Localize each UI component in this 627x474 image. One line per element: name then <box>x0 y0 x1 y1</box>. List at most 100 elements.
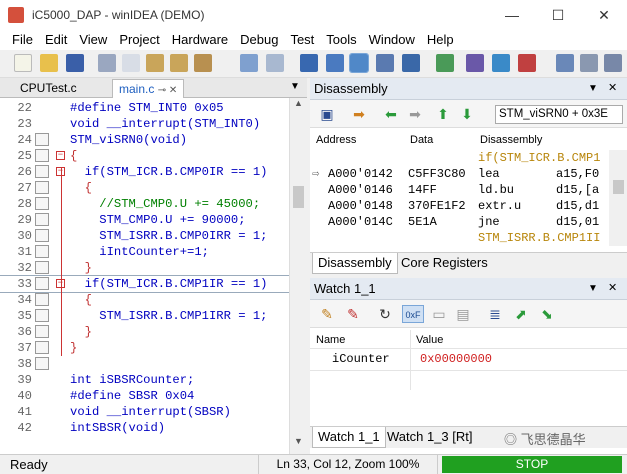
analyzer-icon[interactable] <box>436 54 454 72</box>
customize-icon[interactable] <box>604 54 622 72</box>
copy-icon[interactable] <box>122 54 140 72</box>
remove-watch-icon[interactable]: ✎ <box>344 305 362 323</box>
scroll-up-icon[interactable]: ▲ <box>294 98 303 108</box>
maximize-button[interactable]: ☐ <box>535 0 581 30</box>
tab-list-dropdown-icon[interactable]: ▼ <box>290 81 300 92</box>
disassembly-row[interactable]: A000'0148 370FE1F2 extr.u d15,d1 <box>310 198 610 214</box>
breakpoint-gutter[interactable] <box>35 341 49 354</box>
breakpoint-gutter[interactable] <box>35 149 49 162</box>
disassembly-scrollbar[interactable] <box>609 150 627 246</box>
scroll-down-icon[interactable]: ▼ <box>294 436 303 446</box>
coverage-icon[interactable] <box>518 54 536 72</box>
cut-icon[interactable] <box>98 54 116 72</box>
disassembly-window-icon[interactable] <box>326 54 344 72</box>
trace-icon[interactable] <box>492 54 510 72</box>
clipboard-icon[interactable] <box>194 54 212 72</box>
refresh-icon[interactable]: ↻ <box>376 305 394 323</box>
disassembly-row[interactable]: A000'014C 5E1A jne d15,01 <box>310 214 610 230</box>
close-button[interactable]: ✕ <box>581 0 627 30</box>
code-line[interactable]: 36 } <box>0 324 289 340</box>
scrollbar-thumb[interactable] <box>613 180 624 194</box>
breakpoint-gutter[interactable] <box>35 197 49 210</box>
code-line[interactable]: 35 STM_ISRR.B.CMP1IRR = 1; <box>0 308 289 324</box>
editor-vertical-scrollbar[interactable]: ▲ ▼ <box>289 98 307 454</box>
menu-edit[interactable]: Edit <box>39 31 73 49</box>
registers-window-icon[interactable] <box>376 54 394 72</box>
breakpoint-gutter[interactable] <box>35 293 49 306</box>
disassembly-row[interactable]: ⇨ A000'0142 C5FF3C80 lea a15,F0 <box>310 166 610 182</box>
properties-icon[interactable]: ▤ <box>454 305 472 323</box>
open-folder-icon[interactable] <box>40 54 58 72</box>
find-icon[interactable] <box>240 54 258 72</box>
save-icon[interactable] <box>66 54 84 72</box>
location-input[interactable]: STM_viSRN0 + 0x3E <box>495 105 623 124</box>
code-line[interactable]: 23 void __interrupt(STM_INT0) <box>0 116 289 132</box>
code-line[interactable]: 29 STM_CMP0.U += 90000; <box>0 212 289 228</box>
tab-watch-1-1[interactable]: Watch 1_1 <box>312 427 386 448</box>
code-line[interactable]: 38 <box>0 356 289 372</box>
breakpoint-gutter[interactable] <box>35 245 49 258</box>
code-line[interactable]: 22 #define STM_INT0 0x05 <box>0 100 289 116</box>
new-file-icon[interactable] <box>14 54 32 72</box>
disassembly-row[interactable]: STM_ISRR.B.CMP1II <box>310 230 610 246</box>
scrollbar-thumb[interactable] <box>293 186 304 208</box>
menu-tools[interactable]: Tools <box>320 31 362 49</box>
code-line[interactable]: 37} <box>0 340 289 356</box>
breakpoint-gutter[interactable] <box>35 357 49 370</box>
disassembly-row[interactable]: A000'0146 14FF ld.bu d15,[a <box>310 182 610 198</box>
code-line[interactable]: 32 } <box>0 260 289 276</box>
hex-display-icon[interactable]: 0xF <box>402 305 424 323</box>
code-line[interactable]: 42 intSBSR(void) <box>0 420 289 436</box>
paste-special-icon[interactable] <box>170 54 188 72</box>
paste-icon[interactable] <box>146 54 164 72</box>
up-arrow-icon[interactable]: ⬆ <box>434 105 452 123</box>
options-icon[interactable] <box>580 54 598 72</box>
format-icon[interactable]: ▭ <box>430 305 448 323</box>
add-watch-icon[interactable]: ✎ <box>318 305 336 323</box>
menu-file[interactable]: File <box>6 31 39 49</box>
panel-dropdown-icon[interactable]: ▼ <box>588 78 598 99</box>
minimize-button[interactable]: — <box>489 0 535 30</box>
tab-cputest-c[interactable]: CPUTest.c <box>14 79 83 98</box>
code-line[interactable]: 30 STM_ISRR.B.CMP0IRR = 1; <box>0 228 289 244</box>
watch-row-name[interactable]: iCounter <box>332 352 390 366</box>
code-line[interactable]: 31 iIntCounter+=1; <box>0 244 289 260</box>
panel-close-icon[interactable]: ✕ <box>608 78 617 99</box>
menu-project[interactable]: Project <box>113 31 165 49</box>
export-icon[interactable]: ⬈ <box>512 305 530 323</box>
disassembly-row[interactable]: if(STM_ICR.B.CMP1 <box>310 150 610 166</box>
menu-window[interactable]: Window <box>363 31 421 49</box>
code-line[interactable]: 39 int iSBSRCounter; <box>0 372 289 388</box>
watch-window-icon[interactable] <box>402 54 420 72</box>
run-state-indicator[interactable]: STOP <box>442 456 622 473</box>
code-line[interactable]: 40 #define SBSR 0x04 <box>0 388 289 404</box>
code-line[interactable]: 34 { <box>0 292 289 308</box>
disassembly-rows[interactable]: if(STM_ICR.B.CMP1 ⇨ A000'0142 C5FF3C80 lea a1… <box>310 150 610 248</box>
code-line[interactable]: 25 −{ <box>0 148 289 164</box>
code-line[interactable]: 41 void __interrupt(SBSR) <box>0 404 289 420</box>
import-icon[interactable]: ⬊ <box>538 305 556 323</box>
menu-help[interactable]: Help <box>421 31 460 49</box>
breakpoint-gutter[interactable] <box>35 165 49 178</box>
fold-toggle-icon[interactable]: − <box>56 151 65 160</box>
menu-debug[interactable]: Debug <box>234 31 284 49</box>
document-view-icon[interactable] <box>266 54 284 72</box>
back-arrow-icon[interactable]: ⬅ <box>382 105 400 123</box>
memory-window-icon[interactable] <box>349 53 369 73</box>
plugin-icon[interactable] <box>556 54 574 72</box>
forward-arrow-icon[interactable]: ➡ <box>406 105 424 123</box>
menu-view[interactable]: View <box>73 31 113 49</box>
breakpoint-gutter[interactable] <box>35 325 49 338</box>
menu-test[interactable]: Test <box>284 31 320 49</box>
watch-row-value[interactable]: 0x00000000 <box>420 352 492 366</box>
panel-dropdown-icon[interactable]: ▼ <box>588 278 598 299</box>
pin-icon[interactable]: ⊸ ✕ <box>158 85 178 96</box>
breakpoint-gutter[interactable] <box>35 133 49 146</box>
breakpoint-gutter[interactable] <box>35 213 49 226</box>
code-line[interactable]: 24 STM_viSRN0(void) <box>0 132 289 148</box>
code-line[interactable]: 33− if(STM_ICR.B.CMP1IR == 1) <box>0 275 289 293</box>
code-line[interactable]: 26− if(STM_ICR.B.CMP0IR == 1) <box>0 164 289 180</box>
code-line[interactable]: 27 { <box>0 180 289 196</box>
tab-watch-1-3[interactable]: Watch 1_3 [Rt] <box>382 427 478 448</box>
tab-core-registers[interactable]: Core Registers <box>396 253 493 274</box>
